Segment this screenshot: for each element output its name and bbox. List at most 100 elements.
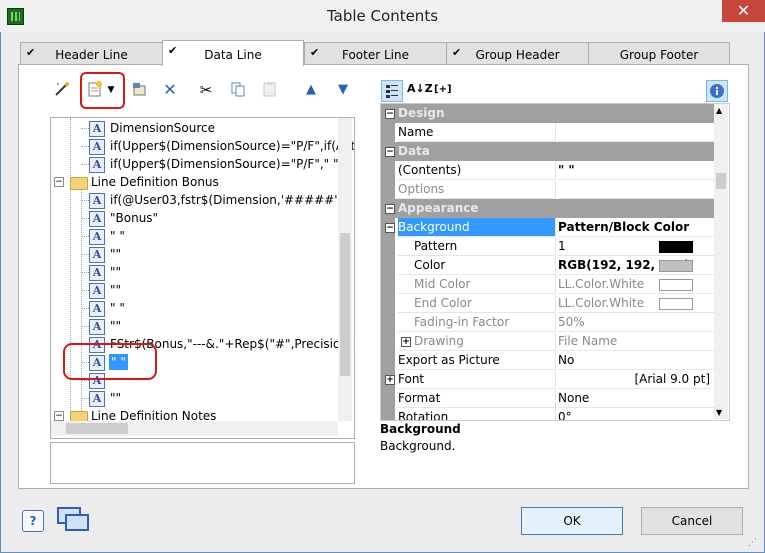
property-export-as-picture[interactable]: Export as Picture No — [381, 351, 715, 370]
tree-connector — [81, 128, 89, 129]
scroll-down-icon[interactable]: ▼ — [716, 408, 722, 417]
grid-gutter — [381, 256, 395, 275]
property-drawing[interactable]: + Drawing File Name — [381, 332, 715, 351]
property-background[interactable]: − Background Pattern/Block Color — [381, 218, 715, 237]
delete-icon[interactable]: ✕ — [160, 80, 180, 100]
move-up-icon[interactable]: ▲ — [301, 80, 321, 100]
tree-item-label: if(Upper$(DimensionSource)="P/F",if(Actu — [110, 139, 355, 153]
info-button[interactable] — [706, 80, 728, 102]
paste-icon[interactable] — [260, 80, 280, 100]
property-pattern[interactable]: Pattern 1 — [381, 237, 715, 256]
collapse-icon[interactable]: − — [54, 177, 64, 187]
close-button[interactable]: ✕ — [722, 0, 765, 22]
property-description: Background Background. — [380, 420, 728, 482]
tree-item-label: "" — [110, 391, 122, 405]
property-end-color[interactable]: End Color LL.Color.White — [381, 294, 715, 313]
tree-item-label: "" — [110, 283, 122, 297]
text-field-icon: A — [89, 139, 105, 155]
property-grid-scroll-thumb[interactable] — [716, 173, 726, 189]
tree-horizontal-scroll-thumb[interactable] — [66, 423, 128, 434]
property-value[interactable] — [558, 123, 715, 142]
category-label: Data — [398, 144, 430, 158]
property-font[interactable]: + Font [Arial 9.0 pt] — [381, 370, 715, 389]
text-field-icon: A — [89, 247, 105, 263]
tab-label: Group Header — [475, 48, 560, 62]
highlight-annotation — [63, 343, 157, 380]
property-value[interactable]: File Name — [558, 332, 715, 351]
cut-icon[interactable]: ✂ — [196, 80, 216, 100]
expand-all-button[interactable]: [+] — [434, 84, 452, 95]
expand-icon[interactable]: + — [385, 375, 395, 385]
open-properties-icon[interactable] — [129, 80, 149, 100]
grid-gutter — [381, 275, 395, 294]
category-design[interactable]: − Design — [381, 104, 715, 123]
pattern-swatch — [659, 241, 693, 253]
property-label: Fading-in Factor — [398, 313, 556, 332]
scroll-up-icon[interactable]: ▲ — [716, 106, 722, 115]
item-description-box — [50, 442, 355, 484]
tree-connector — [81, 200, 89, 201]
text-field-icon: A — [89, 265, 105, 281]
category-appearance[interactable]: − Appearance — [381, 199, 715, 218]
text-field-icon: A — [89, 229, 105, 245]
collapse-icon[interactable]: − — [385, 204, 395, 214]
property-format[interactable]: Format None — [381, 389, 715, 408]
category-data[interactable]: − Data — [381, 142, 715, 161]
tab-footer-line[interactable]: ✔ Footer Line — [304, 42, 447, 64]
property-label: Export as Picture — [398, 351, 556, 370]
grid-gutter — [381, 294, 395, 313]
tree-item-label: "" — [110, 319, 122, 333]
resize-grip-icon[interactable]: ⋰ — [748, 538, 760, 550]
property-value[interactable]: None — [558, 389, 715, 408]
property-name[interactable]: Name — [381, 123, 715, 142]
property-label: Background — [398, 218, 556, 237]
ok-button[interactable]: OK — [521, 507, 623, 535]
property-value[interactable]: [Arial 9.0 pt] — [558, 370, 710, 389]
tab-header-line[interactable]: ✔ Header Line — [20, 42, 163, 64]
categorized-view-button[interactable] — [381, 80, 403, 102]
text-field-icon: A — [89, 193, 105, 209]
property-color[interactable]: Color RGB(192, 192, 192) — [381, 256, 715, 275]
property-contents[interactable]: (Contents) " " — [381, 161, 715, 180]
collapse-icon[interactable]: − — [385, 147, 395, 157]
tab-data-line[interactable]: ✔ Data Line — [162, 40, 304, 66]
tab-label: Footer Line — [341, 48, 409, 62]
text-field-icon: A — [89, 211, 105, 227]
tab-group-header[interactable]: ✔ Group Header — [446, 42, 589, 64]
help-button[interactable]: ? — [22, 510, 44, 532]
property-grid-scrollbar[interactable]: ▲ ▼ — [714, 104, 728, 419]
alphabetical-sort-button[interactable]: A↓Z — [407, 82, 433, 95]
property-grid[interactable]: − Design Name − Data (Contents) " " Opti… — [380, 103, 730, 421]
grid-gutter — [381, 313, 395, 332]
tree-vertical-scroll-thumb[interactable] — [340, 233, 350, 376]
collapse-icon[interactable]: − — [385, 223, 395, 233]
tree-connector — [81, 146, 89, 147]
property-fading-in-factor[interactable]: Fading-in Factor 50% — [381, 313, 715, 332]
tab-group-footer[interactable]: Group Footer — [588, 42, 730, 64]
property-value[interactable]: " " — [558, 161, 715, 180]
cancel-button[interactable]: Cancel — [641, 507, 743, 535]
property-value[interactable]: Pattern/Block Color — [558, 218, 715, 237]
info-icon — [710, 84, 724, 98]
category-label: Design — [398, 106, 445, 120]
property-mid-color[interactable]: Mid Color LL.Color.White — [381, 275, 715, 294]
property-value[interactable] — [558, 180, 715, 199]
window-switch-button[interactable] — [56, 506, 90, 532]
property-value[interactable]: 50% — [558, 313, 715, 332]
text-field-icon: A — [89, 121, 105, 137]
folder-icon — [70, 177, 88, 190]
copy-icon[interactable] — [228, 80, 248, 100]
move-down-icon[interactable]: ▼ — [333, 80, 353, 100]
grid-gutter — [381, 389, 395, 408]
property-options[interactable]: Options — [381, 180, 715, 199]
wizard-icon[interactable] — [52, 80, 72, 100]
tree-connector — [81, 236, 89, 237]
collapse-icon[interactable]: − — [54, 411, 64, 421]
tree-item-label: "Bonus" — [110, 211, 159, 225]
window-title: Table Contents — [326, 7, 439, 25]
property-value[interactable]: No — [558, 351, 715, 370]
collapse-icon[interactable]: − — [385, 109, 395, 119]
tab-label: Header Line — [55, 48, 128, 62]
property-label: Pattern — [398, 237, 556, 256]
fields-tree[interactable]: A DimensionSource A if(Upper$(DimensionS… — [50, 117, 355, 439]
